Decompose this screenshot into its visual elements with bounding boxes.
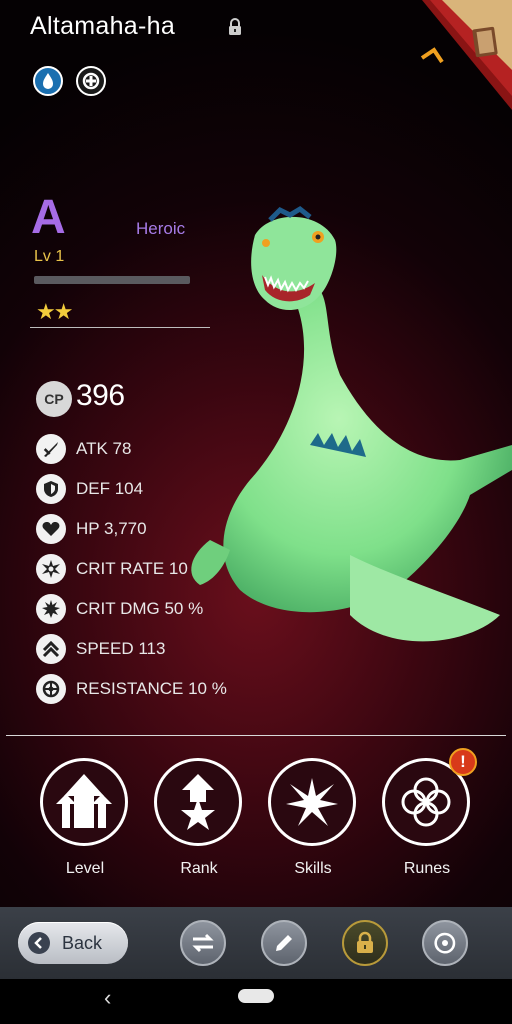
swap-button[interactable] — [180, 920, 226, 966]
stat-text: HP 3,770 — [76, 519, 147, 538]
skills-label[interactable]: Skills — [263, 860, 363, 878]
recycle-button[interactable] — [422, 920, 468, 966]
shield-icon — [36, 474, 66, 504]
rename-button[interactable] — [261, 920, 307, 966]
divider — [6, 735, 506, 736]
crit-dmg-icon — [36, 594, 66, 624]
skills-button[interactable] — [268, 758, 358, 848]
system-nav-bar: ‹ — [0, 979, 512, 1024]
recycle-icon — [434, 932, 456, 954]
skills-burst-icon — [286, 778, 338, 826]
star-rating: ★★ — [36, 299, 73, 324]
swap-icon — [192, 933, 214, 953]
rank-button[interactable] — [154, 758, 244, 848]
crit-rate-icon — [36, 554, 66, 584]
bottom-toolbar: Back — [0, 907, 512, 979]
back-button[interactable]: Back — [18, 922, 128, 964]
runes-alert-badge: ! — [449, 748, 477, 776]
stat-speed: SPEED 113 — [36, 632, 165, 666]
level-label: Lv 1 — [34, 248, 65, 265]
cp-badge: CP — [36, 381, 72, 417]
stat-text: ATK 78 — [76, 439, 132, 458]
chevron-left-icon — [28, 932, 50, 954]
level-label[interactable]: Level — [35, 860, 135, 878]
stat-hp: HP 3,770 — [36, 512, 147, 546]
speed-icon — [36, 634, 66, 664]
monster-artwork — [191, 205, 512, 642]
support-role-icon — [76, 66, 106, 96]
resistance-icon — [36, 674, 66, 704]
runes-label[interactable]: Runes — [377, 860, 477, 878]
nav-back-icon[interactable]: ‹ — [104, 985, 111, 1011]
stat-text: DEF 104 — [76, 479, 144, 498]
heart-icon — [36, 514, 66, 544]
sword-icon — [36, 434, 66, 464]
level-up-arrows-icon — [56, 774, 112, 828]
pencil-icon — [276, 935, 292, 951]
stat-atk: ATK 78 — [36, 432, 131, 466]
lock-icon — [357, 931, 373, 953]
grade-letter: A — [31, 191, 66, 244]
cp-value: 396 — [76, 379, 125, 412]
runes-knot-icon — [401, 777, 451, 827]
back-label: Back — [62, 932, 103, 953]
stat-text: RESISTANCE 10 % — [76, 679, 227, 698]
rank-star-icon — [181, 774, 215, 830]
monster-book-icon[interactable] — [412, 0, 512, 110]
rank-label[interactable]: Rank — [149, 860, 249, 878]
lock-icon[interactable] — [227, 18, 243, 36]
stat-def: DEF 104 — [36, 472, 143, 506]
level-progress-bar — [34, 276, 190, 284]
nav-home-pill[interactable] — [238, 989, 274, 1003]
water-element-icon — [33, 66, 63, 96]
stat-text: SPEED 113 — [76, 639, 166, 658]
monster-name: Altamaha-ha — [30, 12, 176, 40]
level-button[interactable] — [40, 758, 130, 848]
lock-button[interactable] — [342, 920, 388, 966]
stat-resistance: RESISTANCE 10 % — [36, 672, 227, 706]
